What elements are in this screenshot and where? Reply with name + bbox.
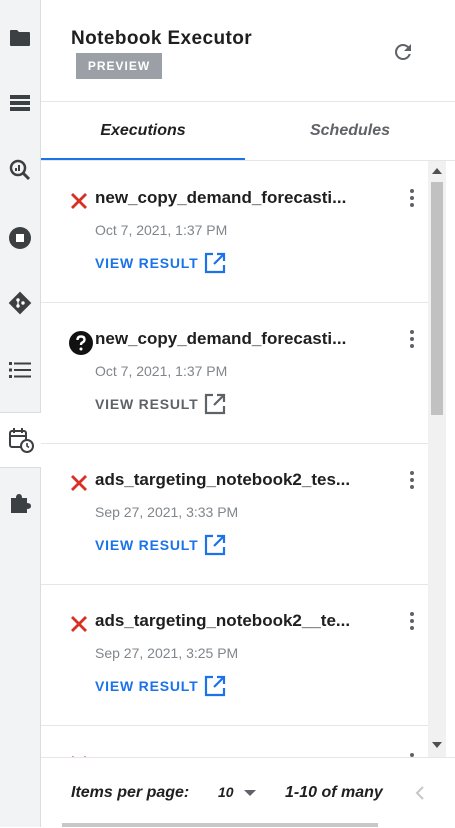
panel-header: Notebook Executor PREVIEW <box>41 0 455 102</box>
refresh-icon[interactable] <box>391 40 415 64</box>
more-options-icon[interactable] <box>407 329 417 349</box>
view-result-label: VIEW RESULT <box>95 255 199 271</box>
notebook-name: new_copy_demand_forecasti... <box>95 188 347 207</box>
more-options-icon[interactable] <box>407 188 417 208</box>
scroll-down-arrow-icon[interactable] <box>432 742 442 748</box>
view-result-label: VIEW RESULT <box>95 396 199 412</box>
failed-x-icon <box>69 614 93 638</box>
tab-bar: Executions Schedules <box>41 102 455 161</box>
items-per-page-label: Items per page: <box>71 784 190 801</box>
execution-date: Oct 7, 2021, 1:37 PM <box>95 222 228 238</box>
failed-x-icon <box>69 191 93 215</box>
pagination-footer: Items per page: 10 1-10 of many <box>41 757 455 828</box>
items-per-page-select[interactable]: 10 <box>218 784 234 800</box>
more-options-icon[interactable] <box>407 470 417 490</box>
open-in-new-icon <box>205 534 226 556</box>
open-in-new-icon <box>205 252 226 274</box>
view-result-link-disabled: VIEW RESULT <box>95 393 226 415</box>
extension-icon[interactable] <box>0 483 40 523</box>
execution-date: Oct 7, 2021, 1:37 PM <box>95 363 228 379</box>
list-item-partial <box>41 725 428 757</box>
git-icon[interactable] <box>0 283 40 323</box>
execution-date: Sep 27, 2021, 3:33 PM <box>95 504 239 520</box>
scroll-up-arrow-icon[interactable] <box>432 168 442 174</box>
notebook-name: ads_targeting_notebook2__te... <box>95 611 351 630</box>
scroll-thumb[interactable] <box>431 182 443 415</box>
open-in-new-icon <box>205 675 226 697</box>
executions-list: new_copy_demand_forecasti... Oct 7, 2021… <box>41 161 428 757</box>
list-item: new_copy_demand_forecasti... Oct 7, 2021… <box>41 302 428 444</box>
side-rail <box>0 0 41 827</box>
view-result-link[interactable]: VIEW RESULT <box>95 534 226 556</box>
notebook-name: new_copy_demand_forecasti... <box>95 329 347 348</box>
list-scrollbar[interactable] <box>428 161 446 757</box>
storage-icon[interactable] <box>0 83 40 123</box>
execution-date: Sep 27, 2021, 3:25 PM <box>95 645 239 661</box>
more-options-icon[interactable] <box>407 611 417 631</box>
tab-schedules[interactable]: Schedules <box>245 102 455 160</box>
view-result-label: VIEW RESULT <box>95 678 199 694</box>
active-tab-indicator <box>41 158 245 160</box>
list-item: new_copy_demand_forecasti... Oct 7, 2021… <box>41 161 428 303</box>
view-result-link[interactable]: VIEW RESULT <box>95 252 226 274</box>
horizontal-scroll-indicator <box>62 823 378 827</box>
view-result-link[interactable]: VIEW RESULT <box>95 675 226 697</box>
view-result-label: VIEW RESULT <box>95 537 199 553</box>
previous-page-icon[interactable] <box>413 783 427 803</box>
failed-x-icon <box>69 473 93 497</box>
page-range-label: 1-10 of many <box>285 784 383 801</box>
notebook-name: ads_targeting_notebook2_tes... <box>95 470 351 489</box>
help-question-icon <box>69 331 93 355</box>
list-item: ads_targeting_notebook2__te... Sep 27, 2… <box>41 584 428 726</box>
scheduled-calendar-icon[interactable] <box>0 412 41 468</box>
open-in-new-icon <box>205 393 226 415</box>
preview-badge: PREVIEW <box>76 53 162 79</box>
list-icon[interactable] <box>0 350 40 390</box>
query-insights-icon[interactable] <box>0 150 40 190</box>
panel-title: Notebook Executor <box>71 28 252 49</box>
notebook-executor-panel: Notebook Executor PREVIEW Executions Sch… <box>41 0 455 827</box>
stop-circle-icon[interactable] <box>0 218 40 258</box>
dropdown-caret-icon[interactable] <box>244 790 256 796</box>
list-item: ads_targeting_notebook2_tes... Sep 27, 2… <box>41 443 428 585</box>
tab-executions[interactable]: Executions <box>41 102 245 160</box>
folder-icon[interactable] <box>0 18 40 58</box>
